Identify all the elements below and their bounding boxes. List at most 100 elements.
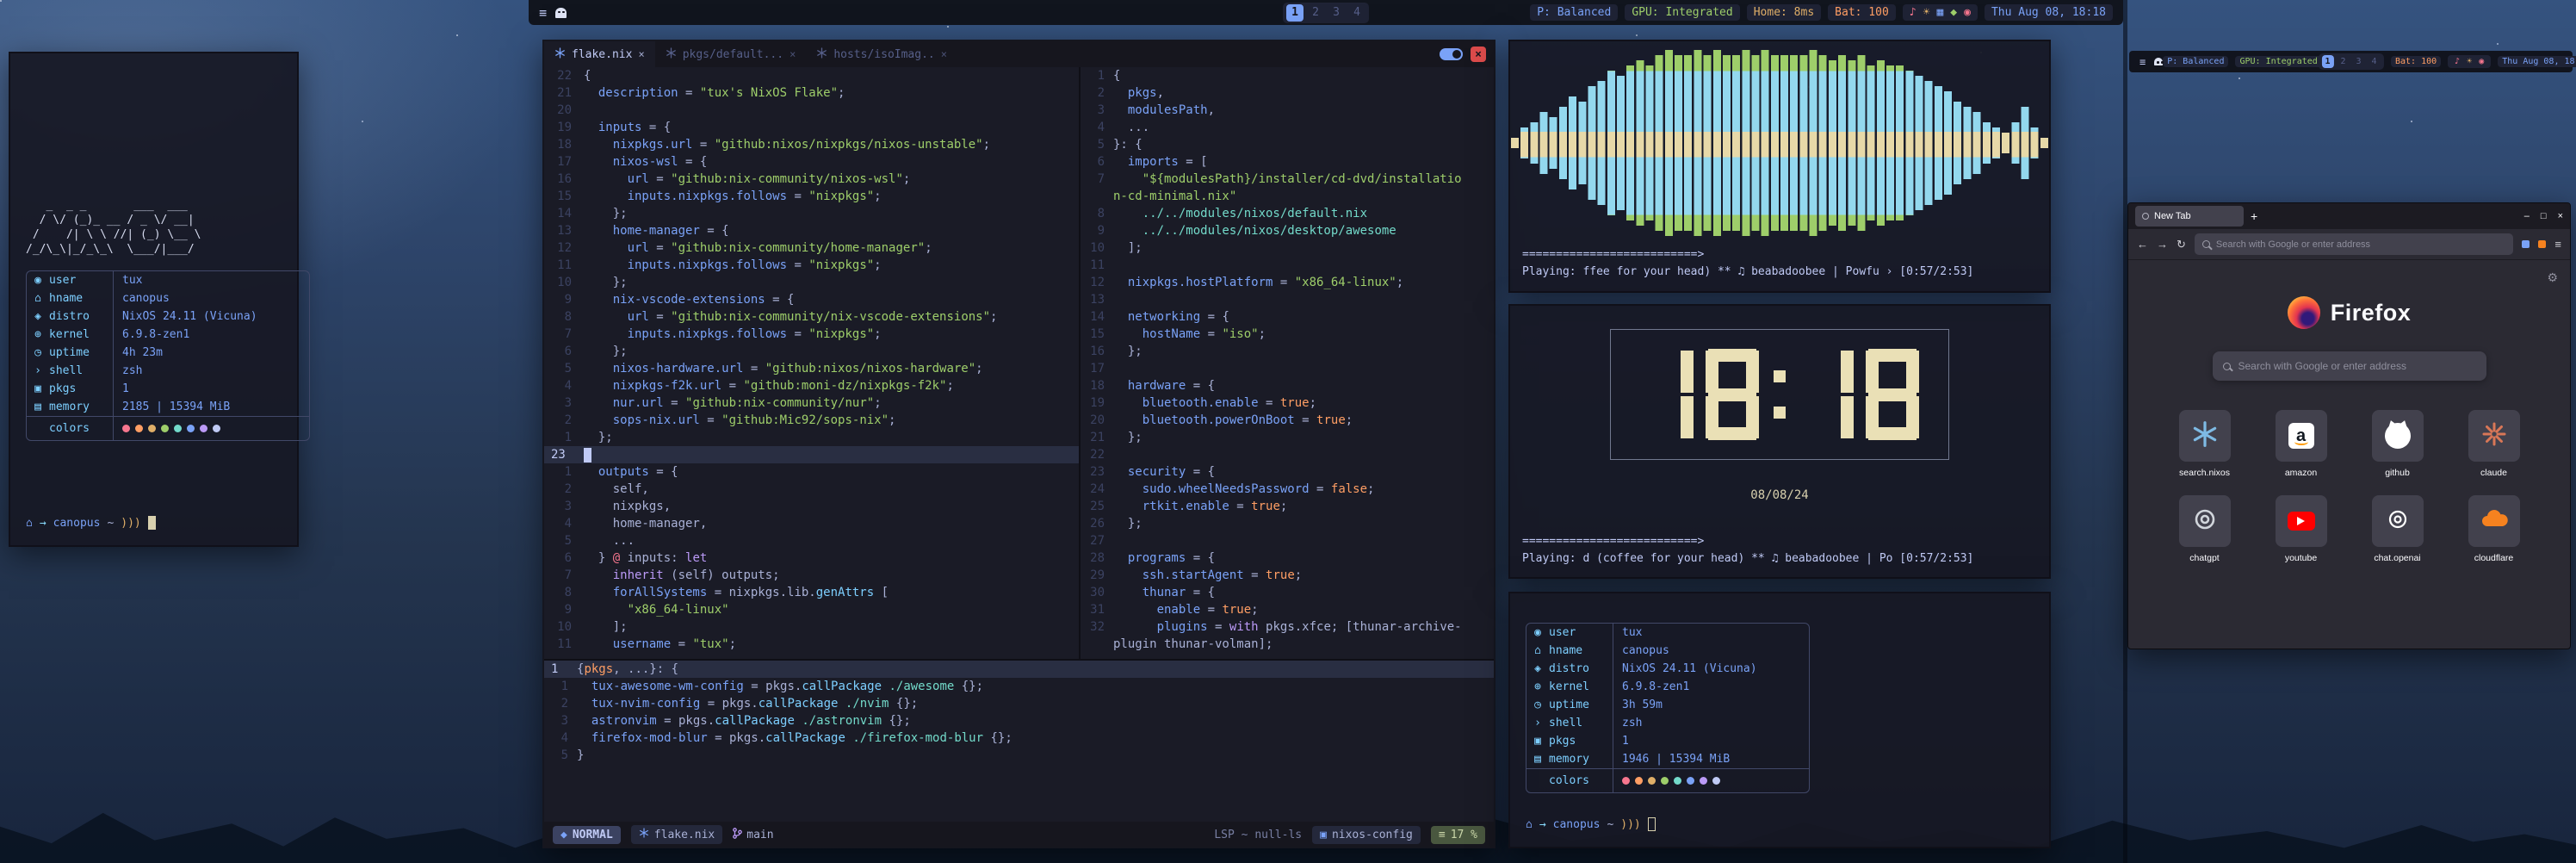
line-number: 5 bbox=[544, 747, 577, 764]
tab-close-icon[interactable]: × bbox=[790, 48, 796, 60]
workspace-button-4[interactable]: 4 bbox=[1348, 4, 1365, 22]
extension-icon[interactable] bbox=[2538, 240, 2546, 248]
forward-button[interactable]: → bbox=[2157, 238, 2168, 251]
palette-dot bbox=[135, 425, 143, 432]
editor-pane-flake-nix[interactable]: 22{21 description = "tux's NixOS Flake";… bbox=[544, 67, 1081, 659]
close-button[interactable]: × bbox=[2558, 211, 2563, 221]
extension-icon[interactable] bbox=[2522, 240, 2530, 248]
shortcut-tile-amazon[interactable]: aamazon bbox=[2263, 410, 2339, 478]
fetch-row: ◉usertux bbox=[27, 271, 309, 289]
code-line: 2 self, bbox=[544, 481, 1079, 498]
firefox-window: New Tab + – □ × ← → ↻ ≡ ⚙ Fir bbox=[2127, 202, 2571, 649]
minimize-button[interactable]: – bbox=[2524, 211, 2530, 221]
editor-pane-pkgs-default[interactable]: 1{pkgs, ...}: {1 tux-awesome-wm-config =… bbox=[544, 659, 1494, 822]
tabbar-toggle[interactable] bbox=[1440, 48, 1463, 60]
ghost-icon bbox=[2154, 58, 2163, 65]
reload-button[interactable]: ↻ bbox=[2177, 238, 2186, 251]
url-input[interactable] bbox=[2216, 239, 2506, 250]
newtab-search-input[interactable] bbox=[2239, 360, 2476, 372]
menu-icon[interactable]: ≡ bbox=[2554, 238, 2561, 251]
workspace-button-3[interactable]: 3 bbox=[1328, 4, 1345, 22]
shortcut-icon-box bbox=[2179, 410, 2231, 462]
palette-dot bbox=[200, 425, 207, 432]
tray-icon[interactable]: ◉ bbox=[1964, 6, 1971, 19]
code-line: 26 }; bbox=[1081, 515, 1494, 532]
tab-close-icon[interactable]: × bbox=[638, 48, 644, 60]
code-line: 21 description = "tux's NixOS Flake"; bbox=[544, 84, 1079, 102]
personalize-gear-icon[interactable]: ⚙ bbox=[2547, 270, 2558, 285]
workspace-button-4[interactable]: 4 bbox=[2369, 55, 2381, 68]
workspace-button-3[interactable]: 3 bbox=[2353, 55, 2365, 68]
shortcut-tile-github[interactable]: github bbox=[2360, 410, 2436, 478]
line-number: 20 bbox=[544, 102, 584, 119]
editor-tab-flake-nix[interactable]: flake.nix× bbox=[544, 41, 655, 67]
fetch-row: ▣pkgs1 bbox=[27, 380, 309, 398]
workspace-button-2[interactable]: 2 bbox=[1307, 4, 1324, 22]
menu-icon[interactable]: ≡ bbox=[2139, 56, 2146, 68]
tray-icon[interactable]: ▦ bbox=[1936, 6, 1943, 19]
code-line: 21 }; bbox=[1081, 429, 1494, 446]
code-line: 28 programs = { bbox=[1081, 549, 1494, 567]
neovim-window: flake.nix×pkgs/default...×hosts/isoImag.… bbox=[542, 40, 1495, 848]
editor-pane-iso-config[interactable]: 1{2 pkgs,3 modulesPath,4 ...5}: {6 impor… bbox=[1081, 67, 1494, 659]
fetch-row: ▣pkgs1 bbox=[1526, 732, 1809, 750]
workspace-button-2[interactable]: 2 bbox=[2337, 55, 2349, 68]
back-button[interactable]: ← bbox=[2137, 238, 2148, 251]
code-line: 3 astronvim = pkgs.callPackage ./astronv… bbox=[544, 712, 1494, 730]
tray-icon[interactable]: ☀ bbox=[1923, 6, 1930, 19]
workspace-button-1[interactable]: 1 bbox=[1286, 4, 1303, 22]
line-number: 27 bbox=[1081, 532, 1113, 549]
shortcut-tile-cloudflare[interactable]: cloudflare bbox=[2456, 495, 2532, 563]
menu-icon[interactable]: ≡ bbox=[539, 5, 547, 21]
code-line: 11 bbox=[1081, 257, 1494, 274]
shortcut-tile-chatgpt[interactable]: chatgpt bbox=[2167, 495, 2243, 563]
terminal-cursor bbox=[1648, 817, 1656, 831]
shortcut-tile-search-nixos[interactable]: search.nixos bbox=[2167, 410, 2243, 478]
window-close-button[interactable]: × bbox=[1471, 47, 1486, 62]
shortcut-icon-box bbox=[2468, 410, 2520, 462]
tray-icon[interactable]: ♪ bbox=[1910, 6, 1917, 19]
shortcut-icon-box bbox=[2179, 495, 2231, 547]
shortcut-tile-youtube[interactable]: youtube bbox=[2263, 495, 2339, 563]
fetch-field-label: uptime bbox=[49, 346, 113, 359]
firefox-wordmark: Firefox bbox=[2331, 300, 2412, 326]
workspace-button-1[interactable]: 1 bbox=[2321, 55, 2333, 68]
prompt-chevrons: ))) bbox=[121, 517, 140, 530]
firefox-logo-icon bbox=[2288, 296, 2320, 329]
url-bar[interactable] bbox=[2195, 233, 2514, 255]
fetch-row: ◈distroNixOS 24.11 (Vicuna) bbox=[1526, 660, 1809, 678]
prompt-chevrons: ))) bbox=[1620, 818, 1640, 831]
shell-prompt: ⌂→canopus~))) bbox=[1526, 817, 2034, 831]
fetch-field-icon: ⌂ bbox=[1526, 644, 1549, 657]
firefox-tab-new-tab[interactable]: New Tab bbox=[2135, 206, 2244, 227]
fetch-field-icon: ◈ bbox=[27, 310, 49, 323]
tray-icon[interactable]: ◆ bbox=[1950, 6, 1957, 19]
line-number bbox=[1081, 636, 1113, 653]
bar-clock: Thu Aug 08, 18:18 bbox=[2498, 56, 2576, 67]
clock-date: 08/08/24 bbox=[1510, 488, 2049, 502]
scroll-percent-value: 17 % bbox=[1451, 829, 1477, 841]
tray-icon[interactable]: ♪ bbox=[2455, 57, 2460, 66]
code-line: 18 hardware = { bbox=[1081, 377, 1494, 394]
shortcut-icon-box bbox=[2276, 495, 2327, 547]
shortcut-tile-chat-openai[interactable]: chat.openai bbox=[2360, 495, 2436, 563]
shortcut-icon-box: a bbox=[2276, 410, 2327, 462]
code-line: 8 forAllSystems = nixpkgs.lib.genAttrs [ bbox=[544, 584, 1079, 601]
new-tab-button[interactable]: + bbox=[2251, 209, 2257, 223]
tab-close-icon[interactable]: × bbox=[941, 48, 947, 60]
fetch-field-value: tux bbox=[113, 271, 309, 289]
project-label: nixos-config bbox=[1332, 829, 1413, 841]
tray-icon[interactable]: ☀ bbox=[2467, 57, 2472, 66]
editor-tab-pkgs-default-[interactable]: pkgs/default...× bbox=[655, 41, 807, 67]
newtab-search-bar[interactable] bbox=[2213, 351, 2486, 381]
line-number: 6 bbox=[544, 343, 584, 360]
tray-icon[interactable]: ◉ bbox=[2479, 57, 2484, 66]
shortcut-tile-claude[interactable]: claude bbox=[2456, 410, 2532, 478]
editor-tab-hosts-isoImag-[interactable]: hosts/isoImag..× bbox=[806, 41, 957, 67]
code-line: 6 }; bbox=[544, 343, 1079, 360]
code-line: 32 plugins = with pkgs.xfce; [thunar-arc… bbox=[1081, 618, 1494, 636]
code-line: 24 sudo.wheelNeedsPassword = false; bbox=[1081, 481, 1494, 498]
tab-favicon bbox=[2142, 213, 2149, 220]
maximize-button[interactable]: □ bbox=[2541, 211, 2547, 221]
line-number: 3 bbox=[1081, 102, 1113, 119]
